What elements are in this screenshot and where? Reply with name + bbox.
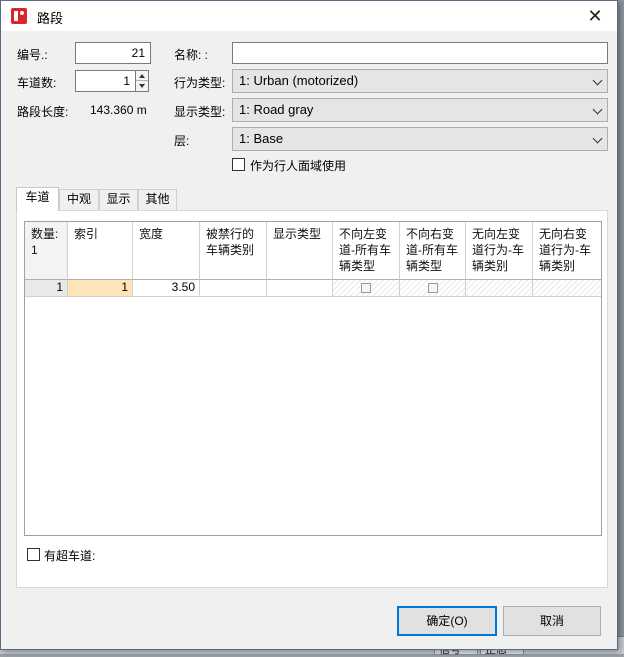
display-type-label: 显示类型: [174,105,226,119]
no-left-all-checkbox[interactable] [361,283,371,293]
index-cell[interactable]: 1 [68,280,133,297]
tab-display[interactable]: 显示 [99,189,138,210]
column-header-width[interactable]: 宽度 [133,222,200,280]
overtaking-lane-label: 有超车道: [44,549,96,563]
tab-lanes[interactable]: 车道 [16,187,59,211]
level-select[interactable]: 1: Base [232,127,608,151]
column-header-no-right-all[interactable]: 不向右变道-所有车辆类型 [400,222,466,280]
level-label: 层: [174,134,190,148]
length-value: 143.360 m [90,103,147,117]
column-header-index[interactable]: 索引 [68,222,133,280]
name-label: 名称: : [174,48,209,62]
link-dialog: 路段 ✕ 编号.: 21 车道数: 1 路段长度: 143.360 m 名称: … [0,0,618,650]
behavior-type-select[interactable]: 1: Urban (motorized) [232,69,608,93]
width-cell[interactable]: 3.50 [133,280,200,297]
level-value: 1: Base [239,131,284,146]
display-type-value: 1: Road gray [239,102,314,117]
dialog-title: 路段 [37,11,64,26]
ok-button[interactable]: 确定(O) [397,606,497,636]
chevron-down-icon [592,133,603,144]
column-header-no-left-class[interactable]: 无向左变道行为-车辆类别 [466,222,533,280]
chevron-down-icon [592,75,603,86]
pedestrian-area-label: 作为行人面域使用 [250,159,347,173]
no-right-all-cell[interactable] [400,280,466,297]
no-left-all-cell[interactable] [333,280,400,297]
lanes-tab-panel: 数量: 1 索引 宽度 被禁行的车辆类别 显示类型 不向左变道-所有车辆类型 不… [16,210,608,588]
column-header-no-right-class[interactable]: 无向右变道行为-车辆类别 [533,222,601,280]
app-icon [11,8,27,24]
column-header-blocked-classes[interactable]: 被禁行的车辆类别 [200,222,267,280]
lanes-label: 车道数: [17,76,57,90]
length-label: 路段长度: [17,105,69,119]
tab-meso[interactable]: 中观 [59,189,99,210]
name-field[interactable] [232,42,608,64]
blocked-classes-cell[interactable] [200,280,267,297]
no-right-all-checkbox[interactable] [427,283,438,293]
display-type-select[interactable]: 1: Road gray [232,98,608,122]
tab-other[interactable]: 其他 [138,189,177,210]
column-header-no-left-all[interactable]: 不向左变道-所有车辆类型 [333,222,400,280]
lanes-field[interactable]: 1 [75,70,136,92]
lanes-table[interactable]: 数量: 1 索引 宽度 被禁行的车辆类别 显示类型 不向左变道-所有车辆类型 不… [24,221,602,536]
column-header-count[interactable]: 数量: 1 [25,222,68,280]
column-header-display-type[interactable]: 显示类型 [267,222,333,280]
display-type-cell[interactable] [267,280,333,297]
no-right-class-cell[interactable] [533,280,601,297]
pedestrian-area-checkbox[interactable] [232,158,245,171]
behavior-type-value: 1: Urban (motorized) [239,73,359,88]
title-bar[interactable]: 路段 ✕ [1,1,617,31]
id-field[interactable]: 21 [75,42,151,64]
behavior-type-label: 行为类型: [174,76,226,90]
no-left-class-cell[interactable] [466,280,533,297]
cancel-button[interactable]: 取消 [503,606,601,636]
chevron-down-icon [592,104,603,115]
lanes-stepper[interactable] [135,70,149,92]
id-label: 编号.: [17,48,48,62]
stepper-up-icon[interactable] [136,71,148,81]
overtaking-lane-checkbox[interactable] [27,548,40,561]
stepper-down-icon[interactable] [136,81,148,91]
row-number-cell[interactable]: 1 [25,280,68,297]
close-button[interactable]: ✕ [573,1,617,31]
